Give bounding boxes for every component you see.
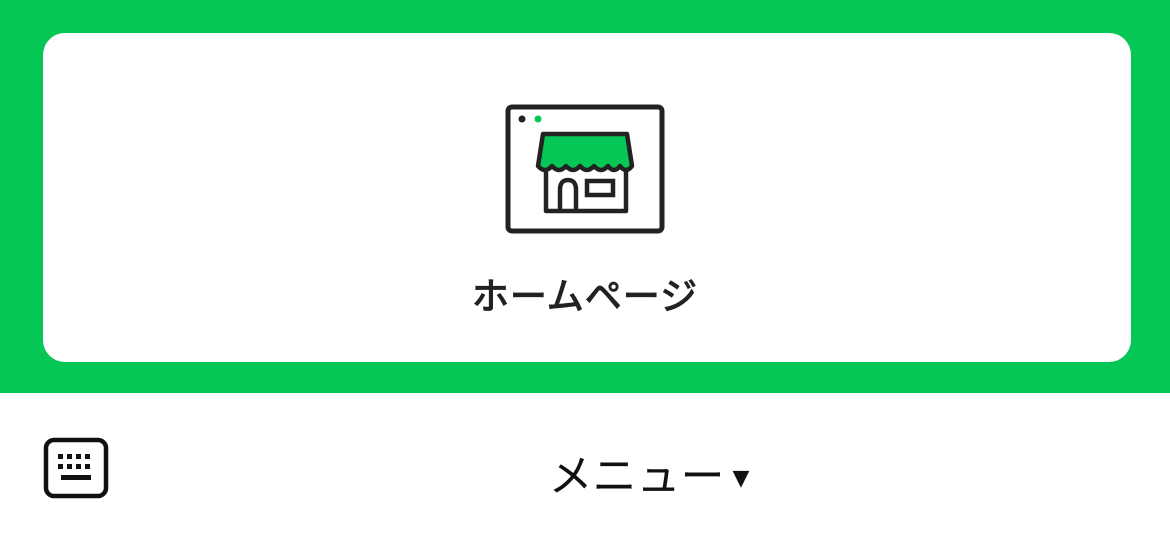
menu-label: メニュー [548,451,725,502]
caret-down-icon: ▼ [732,466,750,491]
homepage-label: ホームページ [471,275,699,318]
menu-toggle-button[interactable]: メニュー ▼ [0,440,1170,504]
storefront-browser-icon [505,104,665,234]
